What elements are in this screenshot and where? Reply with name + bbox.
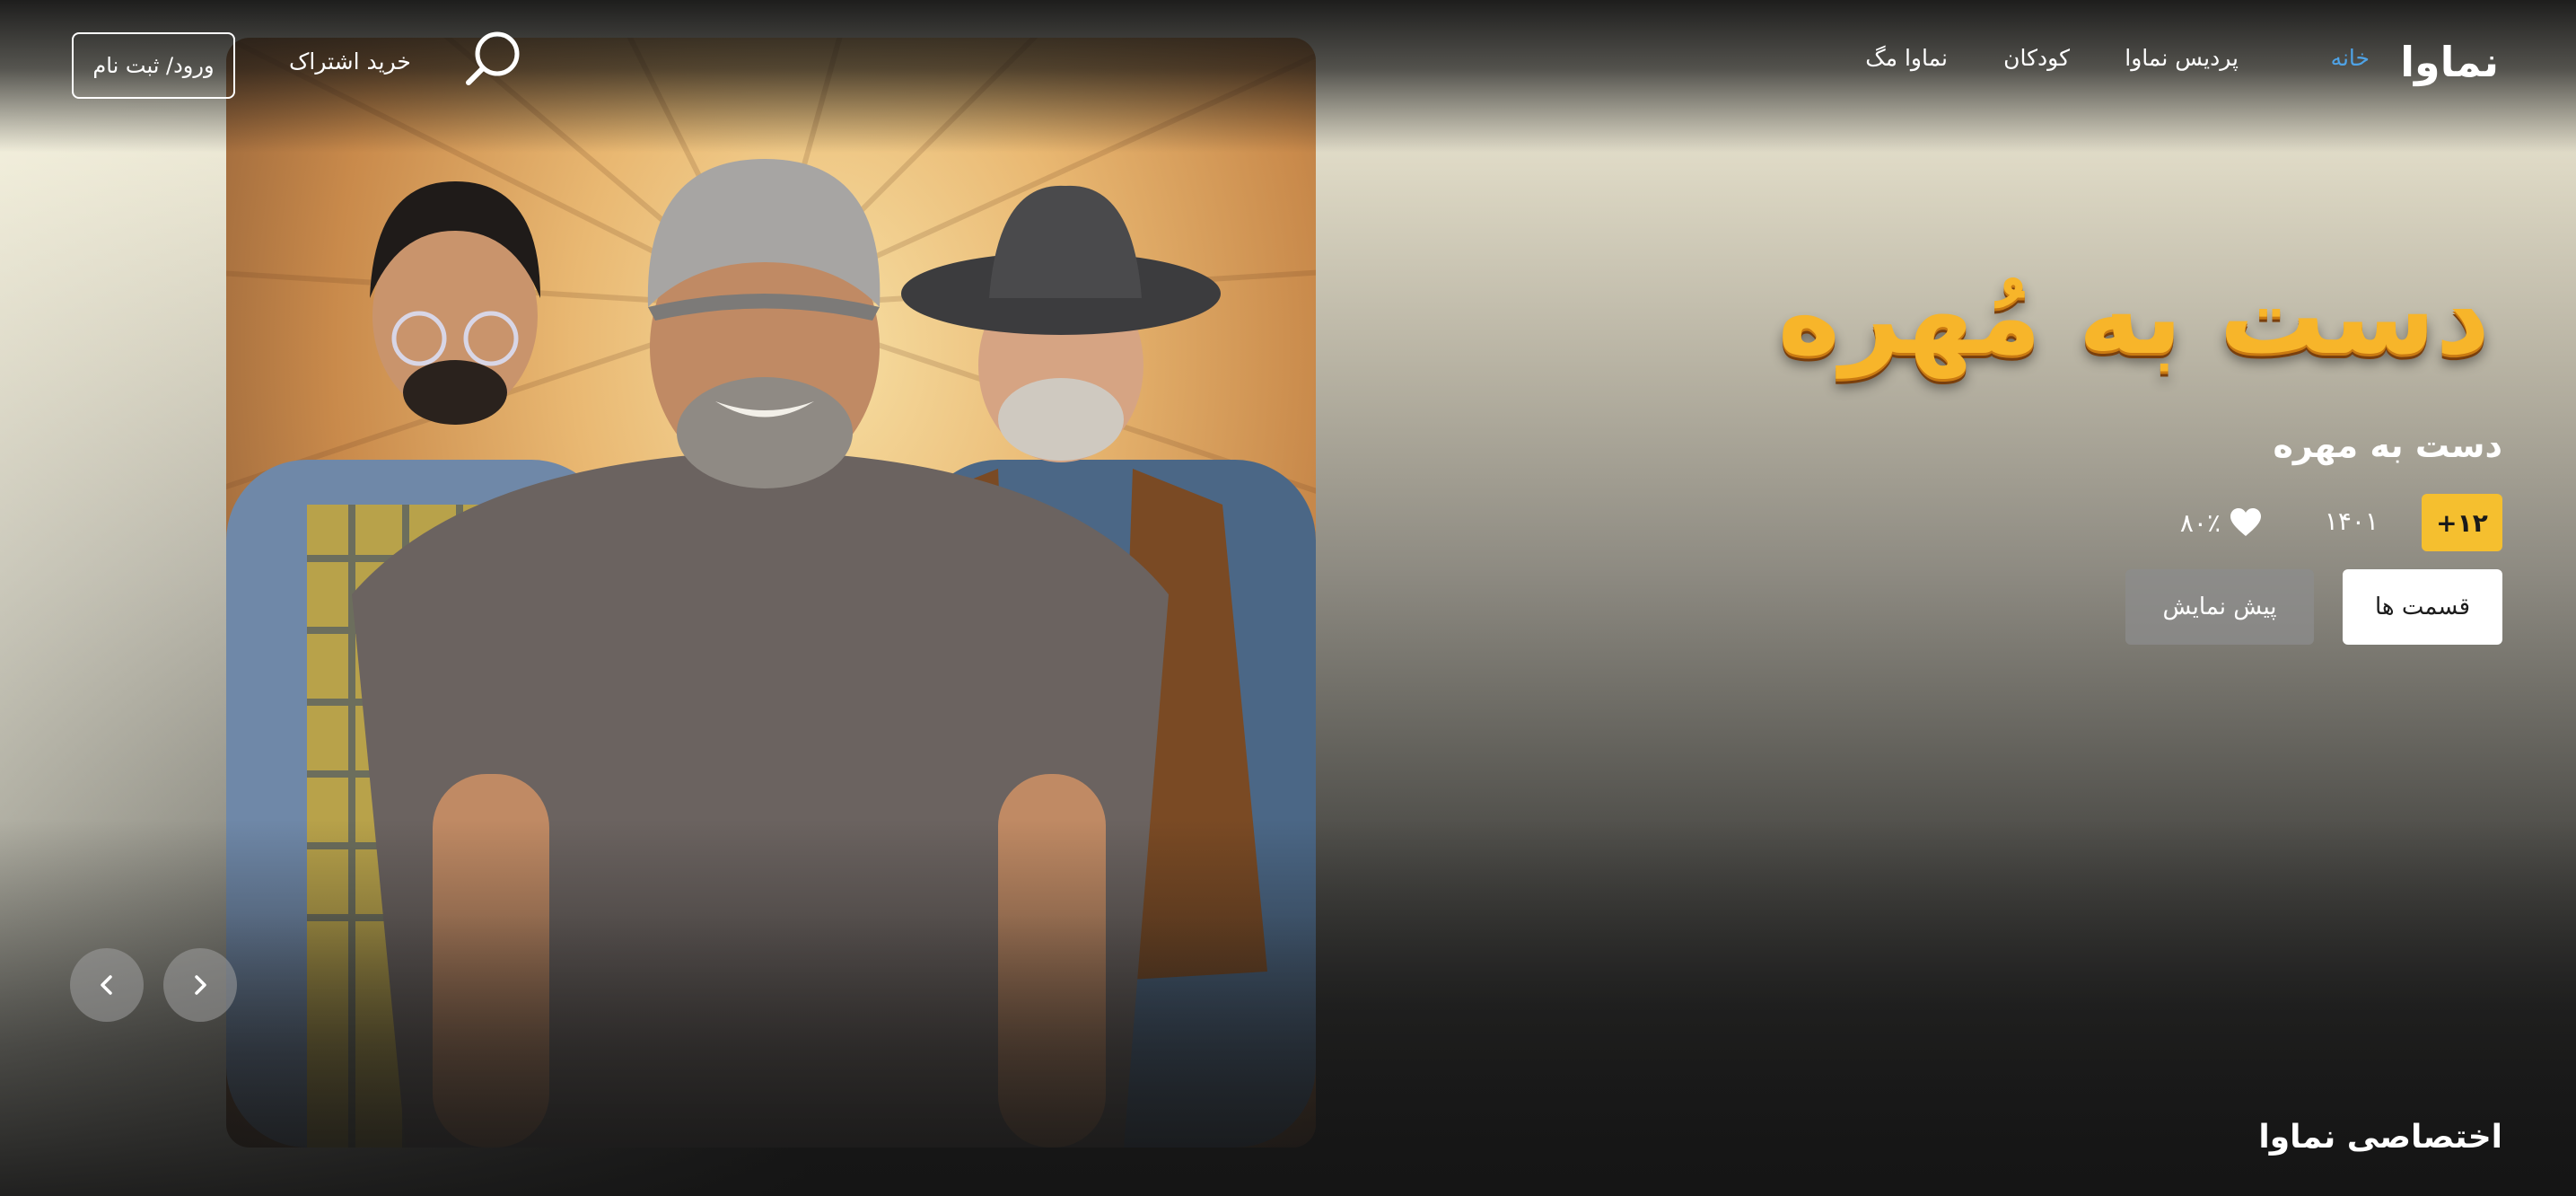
episodes-button[interactable]: قسمت ها — [2343, 569, 2502, 645]
site-logo[interactable]: نماوا — [2400, 38, 2499, 86]
nav-item-mag[interactable]: نماوا مگ — [1865, 45, 1948, 71]
chevron-left-icon — [101, 975, 112, 995]
site-header: نماوا خانه پردیس نماوا کودکان نماوا مگ خ… — [0, 0, 2576, 117]
release-year: ۱۴۰۱ — [2324, 506, 2379, 536]
search-icon — [466, 31, 520, 85]
page: نماوا خانه پردیس نماوا کودکان نماوا مگ خ… — [0, 0, 2576, 1196]
section-title-exclusive: اختصاصی نماوا — [2258, 1119, 2502, 1156]
nav-item-home[interactable]: خانه — [2331, 45, 2370, 71]
show-meta: +۱۲ ۱۴۰۱ ۸۰٪ — [1964, 494, 2502, 551]
heart-icon — [2230, 508, 2261, 536]
preview-button[interactable]: پیش نمایش — [2125, 569, 2314, 645]
carousel-prev-button[interactable] — [70, 948, 144, 1022]
show-title-logo-text: دست به مُهره — [1777, 254, 2492, 378]
like-rating: ۸۰٪ — [2180, 505, 2262, 541]
show-title-logo: دست به مُهره — [1777, 244, 2492, 388]
like-percent: ۸۰٪ — [2179, 507, 2221, 538]
search-button[interactable] — [461, 27, 524, 90]
carousel-next-button[interactable] — [163, 948, 237, 1022]
bottom-shade — [0, 819, 2576, 1196]
age-rating-badge: +۱۲ — [2422, 494, 2502, 551]
login-button[interactable]: ورود/ ثبت نام — [72, 32, 235, 99]
subscribe-link[interactable]: خرید اشتراک — [289, 48, 411, 75]
nav-item-kids[interactable]: کودکان — [2003, 45, 2070, 71]
chevron-right-icon — [195, 975, 206, 995]
nav-item-pardis[interactable]: پردیس نماوا — [2125, 45, 2239, 71]
show-title: دست به مهره — [2273, 426, 2502, 465]
